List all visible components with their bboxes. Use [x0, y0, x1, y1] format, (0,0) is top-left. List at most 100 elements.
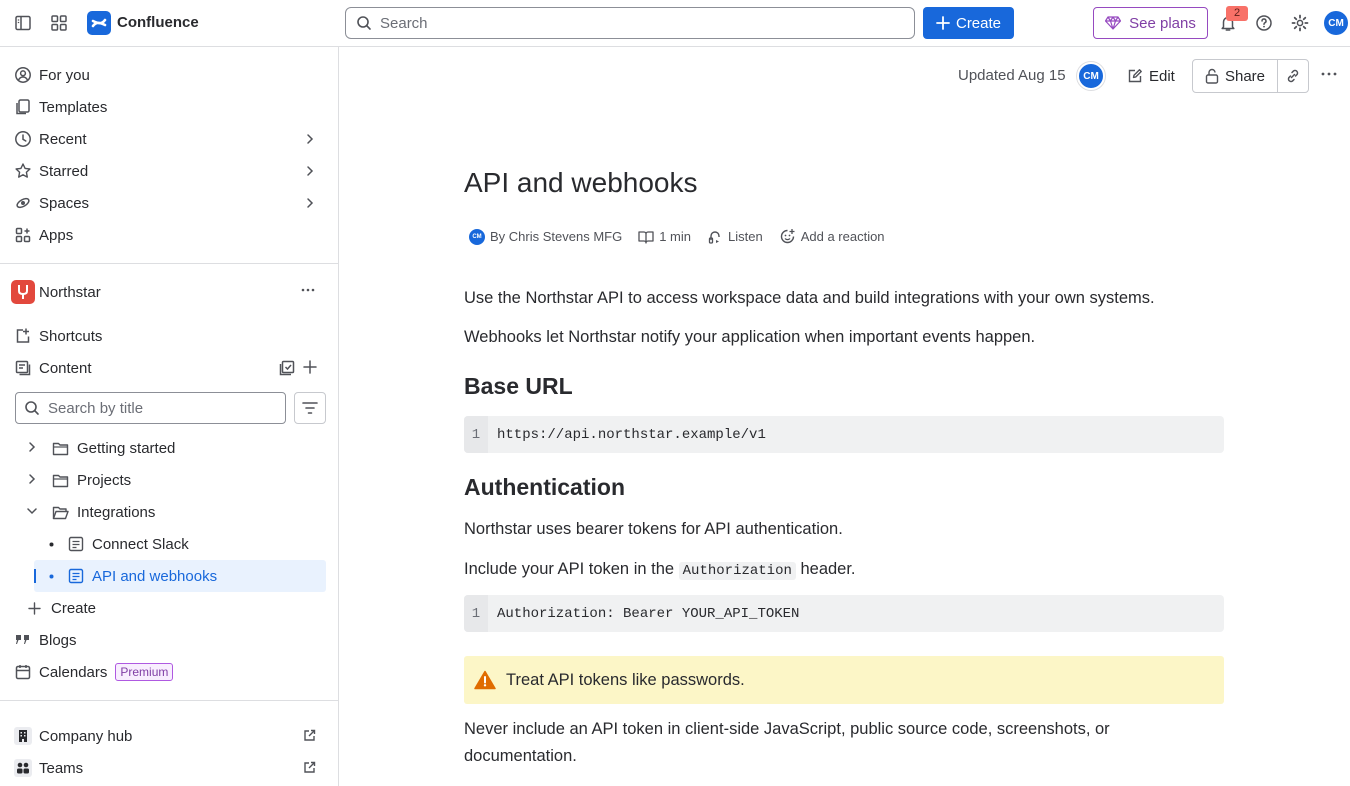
sidebar-toggle-icon[interactable]: [12, 12, 34, 34]
user-circle-icon: [14, 66, 32, 84]
tree-item-projects[interactable]: Projects: [26, 464, 131, 496]
chevron-right-icon[interactable]: [304, 132, 316, 149]
global-search-input[interactable]: Search: [345, 7, 915, 39]
premium-badge: Premium: [115, 663, 174, 681]
sidebar-item-company-hub[interactable]: Company hub: [8, 720, 326, 752]
more-actions-icon[interactable]: [1319, 66, 1339, 85]
create-button[interactable]: Create: [923, 7, 1014, 39]
tree-item-api-and-webhooks[interactable]: API and webhooks: [34, 560, 326, 592]
create-whiteboard-icon[interactable]: [278, 359, 296, 381]
contributor-avatar[interactable]: CM: [1077, 62, 1105, 90]
teams-icon: [14, 759, 32, 777]
tree-create-button[interactable]: Create: [28, 592, 96, 624]
space-logo-icon: [11, 280, 35, 304]
updated-date: Updated Aug 15: [958, 67, 1066, 84]
shortcut-icon: [14, 327, 32, 345]
help-icon[interactable]: [1253, 12, 1275, 34]
listen-label: Listen: [728, 229, 763, 244]
search-icon: [357, 16, 371, 30]
auth-paragraph-2: Include your API token in the Authorizat…: [464, 556, 1224, 585]
sidebar: For you Templates Recent Starred Spaces …: [0, 47, 339, 786]
read-time: 1 min: [659, 229, 691, 244]
line-number: 1: [464, 595, 488, 632]
tree-item-getting-started[interactable]: Getting started: [26, 432, 175, 464]
app-switcher-icon[interactable]: [48, 12, 70, 34]
space-name: Northstar: [39, 283, 101, 301]
user-avatar[interactable]: CM: [1324, 11, 1348, 35]
edit-label: Edit: [1149, 67, 1175, 85]
sidebar-item-label: Company hub: [39, 727, 133, 745]
chevron-right-icon[interactable]: [26, 472, 44, 489]
edit-button[interactable]: Edit: [1123, 61, 1179, 91]
page-content: Updated Aug 15 CM Edit Share API and web…: [339, 47, 1350, 786]
sidebar-item-teams[interactable]: Teams: [8, 752, 326, 784]
notification-count-badge: 2: [1226, 6, 1248, 21]
bullet-icon: [42, 574, 60, 579]
settings-gear-icon[interactable]: [1289, 12, 1311, 34]
sidebar-item-apps[interactable]: Apps: [8, 219, 326, 251]
auth-paragraph-2-pre: Include your API token in the: [464, 560, 675, 578]
author-name[interactable]: By Chris Stevens MFG: [490, 229, 622, 244]
pencil-icon: [1128, 69, 1142, 83]
sidebar-item-blogs[interactable]: Blogs: [8, 624, 326, 656]
filter-button[interactable]: [294, 392, 326, 424]
sidebar-item-spaces[interactable]: Spaces: [8, 187, 326, 219]
chevron-down-icon[interactable]: [26, 504, 44, 521]
chevron-right-icon[interactable]: [304, 196, 316, 213]
quote-icon: [14, 631, 32, 649]
sidebar-item-calendars[interactable]: Calendars Premium: [8, 656, 326, 688]
space-header-northstar[interactable]: Northstar: [8, 276, 326, 308]
copy-link-button[interactable]: [1277, 59, 1309, 93]
chevron-right-icon[interactable]: [26, 440, 44, 457]
inline-code: Authorization: [678, 562, 796, 580]
building-icon: [14, 727, 32, 745]
tree-item-label: Projects: [77, 471, 132, 489]
sidebar-item-shortcuts[interactable]: Shortcuts: [8, 320, 326, 352]
confluence-logo-icon[interactable]: [87, 11, 111, 35]
sidebar-item-templates[interactable]: Templates: [8, 91, 326, 123]
search-by-title-input[interactable]: Search by title: [15, 392, 286, 424]
apps-icon: [14, 226, 32, 244]
folder-icon: [52, 473, 69, 488]
author-avatar[interactable]: CM: [469, 228, 485, 245]
unlock-icon: [1205, 68, 1219, 84]
code-text: Authorization: Bearer YOUR_API_TOKEN: [497, 605, 800, 622]
add-content-icon[interactable]: [303, 360, 317, 378]
code-block-base-url[interactable]: 1 https://api.northstar.example/v1: [464, 416, 1224, 453]
bullet-icon: [42, 542, 60, 547]
external-link-icon[interactable]: [303, 729, 316, 746]
sidebar-item-starred[interactable]: Starred: [8, 155, 326, 187]
add-reaction-button[interactable]: Add a reaction: [779, 228, 885, 245]
tree-item-connect-slack[interactable]: Connect Slack: [42, 528, 326, 560]
page-byline: CM By Chris Stevens MFG 1 min Listen Add…: [469, 228, 897, 245]
share-label: Share: [1224, 67, 1266, 85]
plus-icon: [28, 601, 44, 615]
tree-item-label: Connect Slack: [92, 535, 189, 553]
sidebar-item-for-you[interactable]: For you: [8, 59, 326, 91]
sidebar-item-recent[interactable]: Recent: [8, 123, 326, 155]
more-options-icon[interactable]: [300, 282, 316, 302]
page-title: API and webhooks: [464, 167, 698, 198]
see-plans-button[interactable]: See plans: [1093, 7, 1208, 39]
heading-base-url: Base URL: [464, 373, 573, 399]
auth-paragraph-2-post: header.: [800, 560, 856, 578]
filter-icon: [302, 402, 318, 414]
sidebar-item-label: Apps: [39, 226, 74, 244]
create-button-label: Create: [955, 14, 1002, 32]
see-plans-label: See plans: [1129, 14, 1196, 32]
tree-item-integrations[interactable]: Integrations: [26, 496, 155, 528]
code-block-authorization[interactable]: 1 Authorization: Bearer YOUR_API_TOKEN: [464, 595, 1224, 632]
warning-panel: Treat API tokens like passwords.: [464, 656, 1224, 704]
tree-item-label: API and webhooks: [92, 567, 218, 585]
warning-icon: [474, 670, 496, 690]
app-name[interactable]: Confluence: [117, 14, 199, 31]
chevron-right-icon[interactable]: [304, 164, 316, 181]
star-icon: [14, 162, 32, 180]
share-button[interactable]: Share: [1192, 59, 1278, 93]
code-text: https://api.northstar.example/v1: [497, 426, 766, 443]
clock-icon: [14, 130, 32, 148]
sidebar-item-content[interactable]: Content: [8, 352, 326, 384]
listen-button[interactable]: Listen: [707, 229, 763, 245]
auth-paragraph-1: Northstar uses bearer tokens for API aut…: [464, 520, 843, 538]
external-link-icon[interactable]: [303, 761, 316, 778]
